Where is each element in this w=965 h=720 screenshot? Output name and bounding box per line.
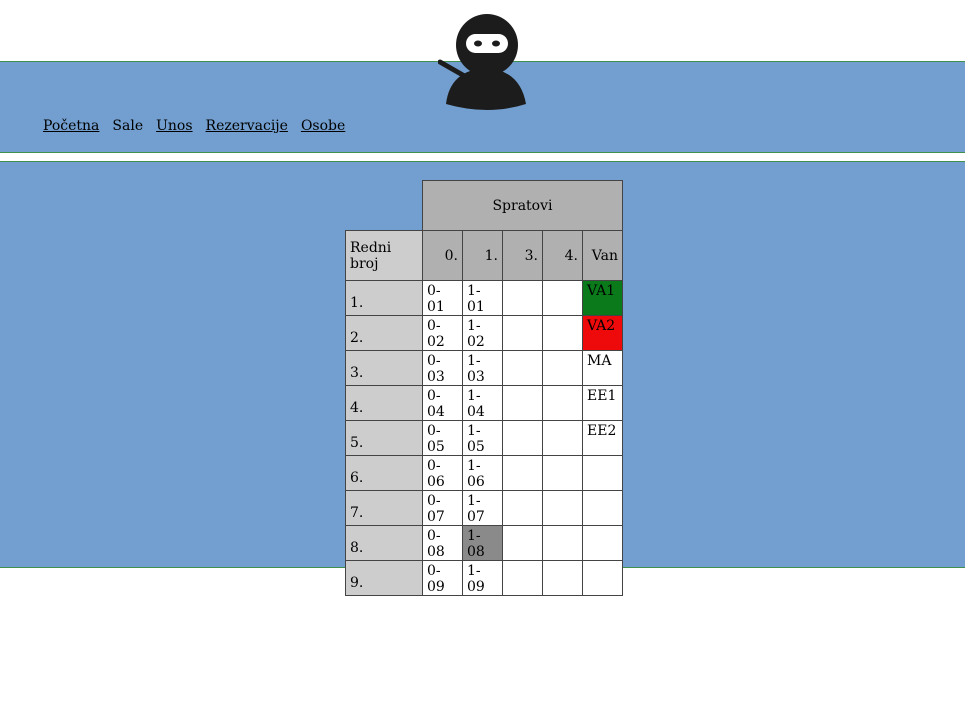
column-header-floor-4: 4. <box>542 230 583 281</box>
room-cell[interactable]: 1-07 <box>462 490 503 526</box>
room-cell-empty <box>502 455 543 491</box>
table-row: 3. 0-03 1-03 MA <box>345 350 623 386</box>
row-number: 3. <box>345 350 423 386</box>
room-cell-empty <box>582 490 623 526</box>
row-number: 2. <box>345 315 423 351</box>
main-nav: Početna Sale Unos Rezervacije Osobe <box>43 118 345 134</box>
room-cell[interactable]: 0-09 <box>422 560 463 596</box>
rooms-table: Spratovi Redni broj 0. 1. 3. 4. Van 1. 0… <box>345 180 623 596</box>
room-cell[interactable]: 1-02 <box>462 315 503 351</box>
room-cell[interactable]: 0-06 <box>422 455 463 491</box>
table-row: 1. 0-01 1-01 VA1 <box>345 280 623 316</box>
room-cell[interactable]: 1-01 <box>462 280 503 316</box>
room-cell[interactable]: MA <box>582 350 623 386</box>
table-row: 5. 0-05 1-05 EE2 <box>345 420 623 456</box>
room-cell-empty <box>542 420 583 456</box>
room-cell-empty <box>542 455 583 491</box>
room-cell-empty <box>542 525 583 561</box>
nav-link-rezervacije[interactable]: Rezervacije <box>206 118 288 134</box>
room-cell-empty <box>502 280 543 316</box>
room-cell-empty <box>502 490 543 526</box>
row-number: 9. <box>345 560 423 596</box>
room-cell[interactable]: 0-05 <box>422 420 463 456</box>
room-cell-empty <box>502 350 543 386</box>
room-cell-occupied-green[interactable]: VA1 <box>582 280 623 316</box>
room-cell-empty <box>542 350 583 386</box>
row-number: 5. <box>345 420 423 456</box>
room-cell-empty <box>502 385 543 421</box>
room-cell[interactable]: 0-04 <box>422 385 463 421</box>
room-cell[interactable]: 1-04 <box>462 385 503 421</box>
table-column-header-row: Redni broj 0. 1. 3. 4. Van <box>345 230 623 281</box>
main-content: Spratovi Redni broj 0. 1. 3. 4. Van 1. 0… <box>0 161 965 596</box>
room-cell[interactable]: 0-03 <box>422 350 463 386</box>
room-cell-empty <box>582 560 623 596</box>
room-cell[interactable]: 1-03 <box>462 350 503 386</box>
row-number: 8. <box>345 525 423 561</box>
nav-item-sale-current: Sale <box>112 118 144 134</box>
room-cell-empty <box>582 455 623 491</box>
room-cell[interactable]: 0-01 <box>422 280 463 316</box>
room-cell-empty <box>502 560 543 596</box>
row-number: 6. <box>345 455 423 491</box>
table-row: 7. 0-07 1-07 <box>345 490 623 526</box>
row-number: 4. <box>345 385 423 421</box>
room-cell-empty <box>502 420 543 456</box>
room-cell[interactable]: EE1 <box>582 385 623 421</box>
column-header-floor-1: 1. <box>462 230 503 281</box>
room-cell-empty <box>542 280 583 316</box>
room-cell[interactable]: EE2 <box>582 420 623 456</box>
nav-link-unos[interactable]: Unos <box>156 118 192 134</box>
row-number: 1. <box>345 280 423 316</box>
room-cell-selected[interactable]: 1-08 <box>462 525 503 561</box>
table-row: 4. 0-04 1-04 EE1 <box>345 385 623 421</box>
nav-link-pocetna[interactable]: Početna <box>43 118 99 134</box>
room-cell-empty <box>582 525 623 561</box>
table-row: 6. 0-06 1-06 <box>345 455 623 491</box>
table-row: 8. 0-08 1-08 <box>345 525 623 561</box>
page: Početna Sale Unos Rezervacije Osobe Spra… <box>0 0 965 720</box>
room-cell-empty <box>542 385 583 421</box>
nav-link-osobe[interactable]: Osobe <box>301 118 345 134</box>
column-header-van: Van <box>582 230 623 281</box>
ninja-logo-icon <box>438 14 526 110</box>
column-header-floor-3: 3. <box>502 230 543 281</box>
room-cell-empty <box>502 525 543 561</box>
table-corner <box>346 181 423 231</box>
room-cell-empty <box>542 490 583 526</box>
table-row: 2. 0-02 1-02 VA2 <box>345 315 623 351</box>
room-cell-empty <box>502 315 543 351</box>
row-number-header: Redni broj <box>345 230 423 281</box>
room-cell[interactable]: 0-02 <box>422 315 463 351</box>
room-cell-empty <box>542 315 583 351</box>
column-header-floor-0: 0. <box>422 230 463 281</box>
floors-group-header: Spratovi <box>422 180 623 231</box>
room-cell[interactable]: 1-09 <box>462 560 503 596</box>
table-row: 9. 0-09 1-09 <box>345 560 623 596</box>
room-cell[interactable]: 1-06 <box>462 455 503 491</box>
room-cell-empty <box>542 560 583 596</box>
room-cell[interactable]: 0-07 <box>422 490 463 526</box>
room-cell-occupied-red[interactable]: VA2 <box>582 315 623 351</box>
room-cell[interactable]: 0-08 <box>422 525 463 561</box>
table-group-header-row: Spratovi <box>346 180 623 231</box>
row-number: 7. <box>345 490 423 526</box>
room-cell[interactable]: 1-05 <box>462 420 503 456</box>
